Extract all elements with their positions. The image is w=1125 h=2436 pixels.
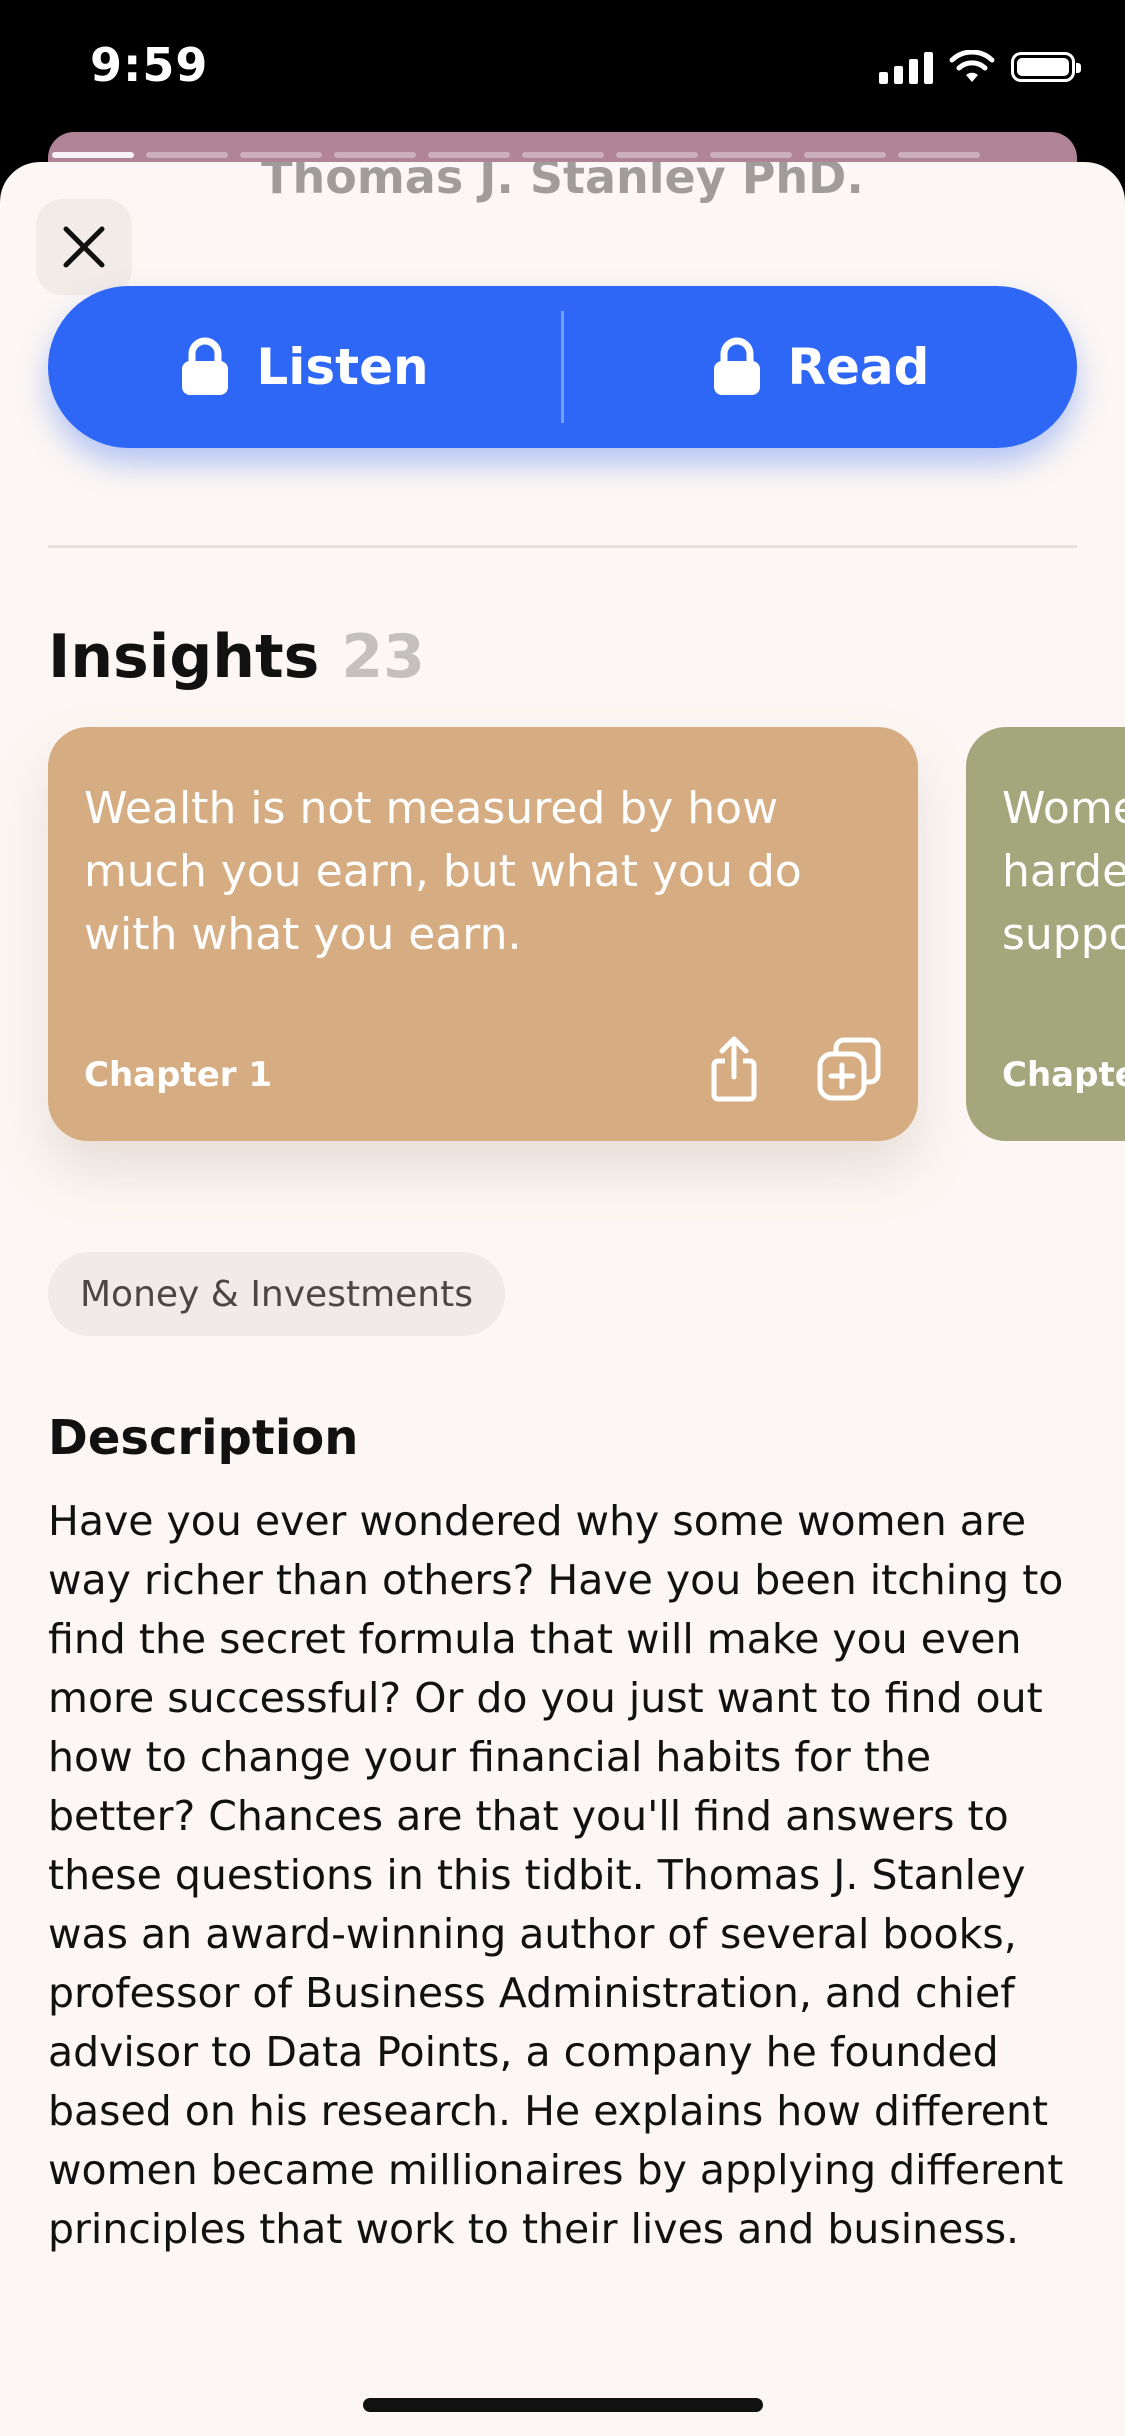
category-tag[interactable]: Money & Investments <box>48 1252 505 1336</box>
status-icons <box>879 50 1081 84</box>
cellular-signal-icon <box>879 50 933 84</box>
read-button[interactable]: Read <box>564 337 1077 397</box>
status-bar: 9:59 <box>0 0 1125 140</box>
wifi-icon <box>949 50 995 82</box>
status-time: 9:59 <box>90 38 209 92</box>
description-text: Have you ever wondered why some women ar… <box>48 1497 1064 2253</box>
insight-card[interactable]: Womehardesuppo Chapte <box>966 727 1125 1141</box>
lock-icon <box>182 337 229 395</box>
insight-card[interactable]: Wealth is not measured by how much you e… <box>48 727 918 1141</box>
listen-label: Listen <box>256 338 429 396</box>
insights-heading: Insights 23 <box>48 622 425 692</box>
share-icon[interactable] <box>710 1035 758 1103</box>
listen-button[interactable]: Listen <box>48 337 561 397</box>
add-to-library-icon[interactable] <box>816 1036 882 1102</box>
insight-actions <box>710 1035 882 1103</box>
listen-read-bar: Listen Read <box>48 286 1077 448</box>
close-button[interactable] <box>36 199 132 295</box>
description-heading: Description <box>48 1410 359 1466</box>
author-name: Thomas J. Stanley PhD. <box>261 162 864 204</box>
insights-title: Insights <box>48 622 320 692</box>
home-indicator <box>363 2398 763 2412</box>
close-icon <box>63 226 105 268</box>
lock-icon <box>713 337 760 395</box>
battery-icon <box>1011 52 1081 82</box>
insight-chapter: Chapte <box>1002 1055 1125 1095</box>
insight-quote: Womehardesuppo <box>1002 783 1125 960</box>
story-progress <box>52 152 980 158</box>
insights-count: 23 <box>341 622 425 692</box>
divider <box>48 545 1077 548</box>
read-label: Read <box>787 338 930 396</box>
insight-quote: Wealth is not measured by how much you e… <box>84 783 802 960</box>
insight-chapter: Chapter 1 <box>84 1055 273 1095</box>
book-detail-sheet: Thomas J. Stanley PhD. Listen Read Insig… <box>0 162 1125 2436</box>
